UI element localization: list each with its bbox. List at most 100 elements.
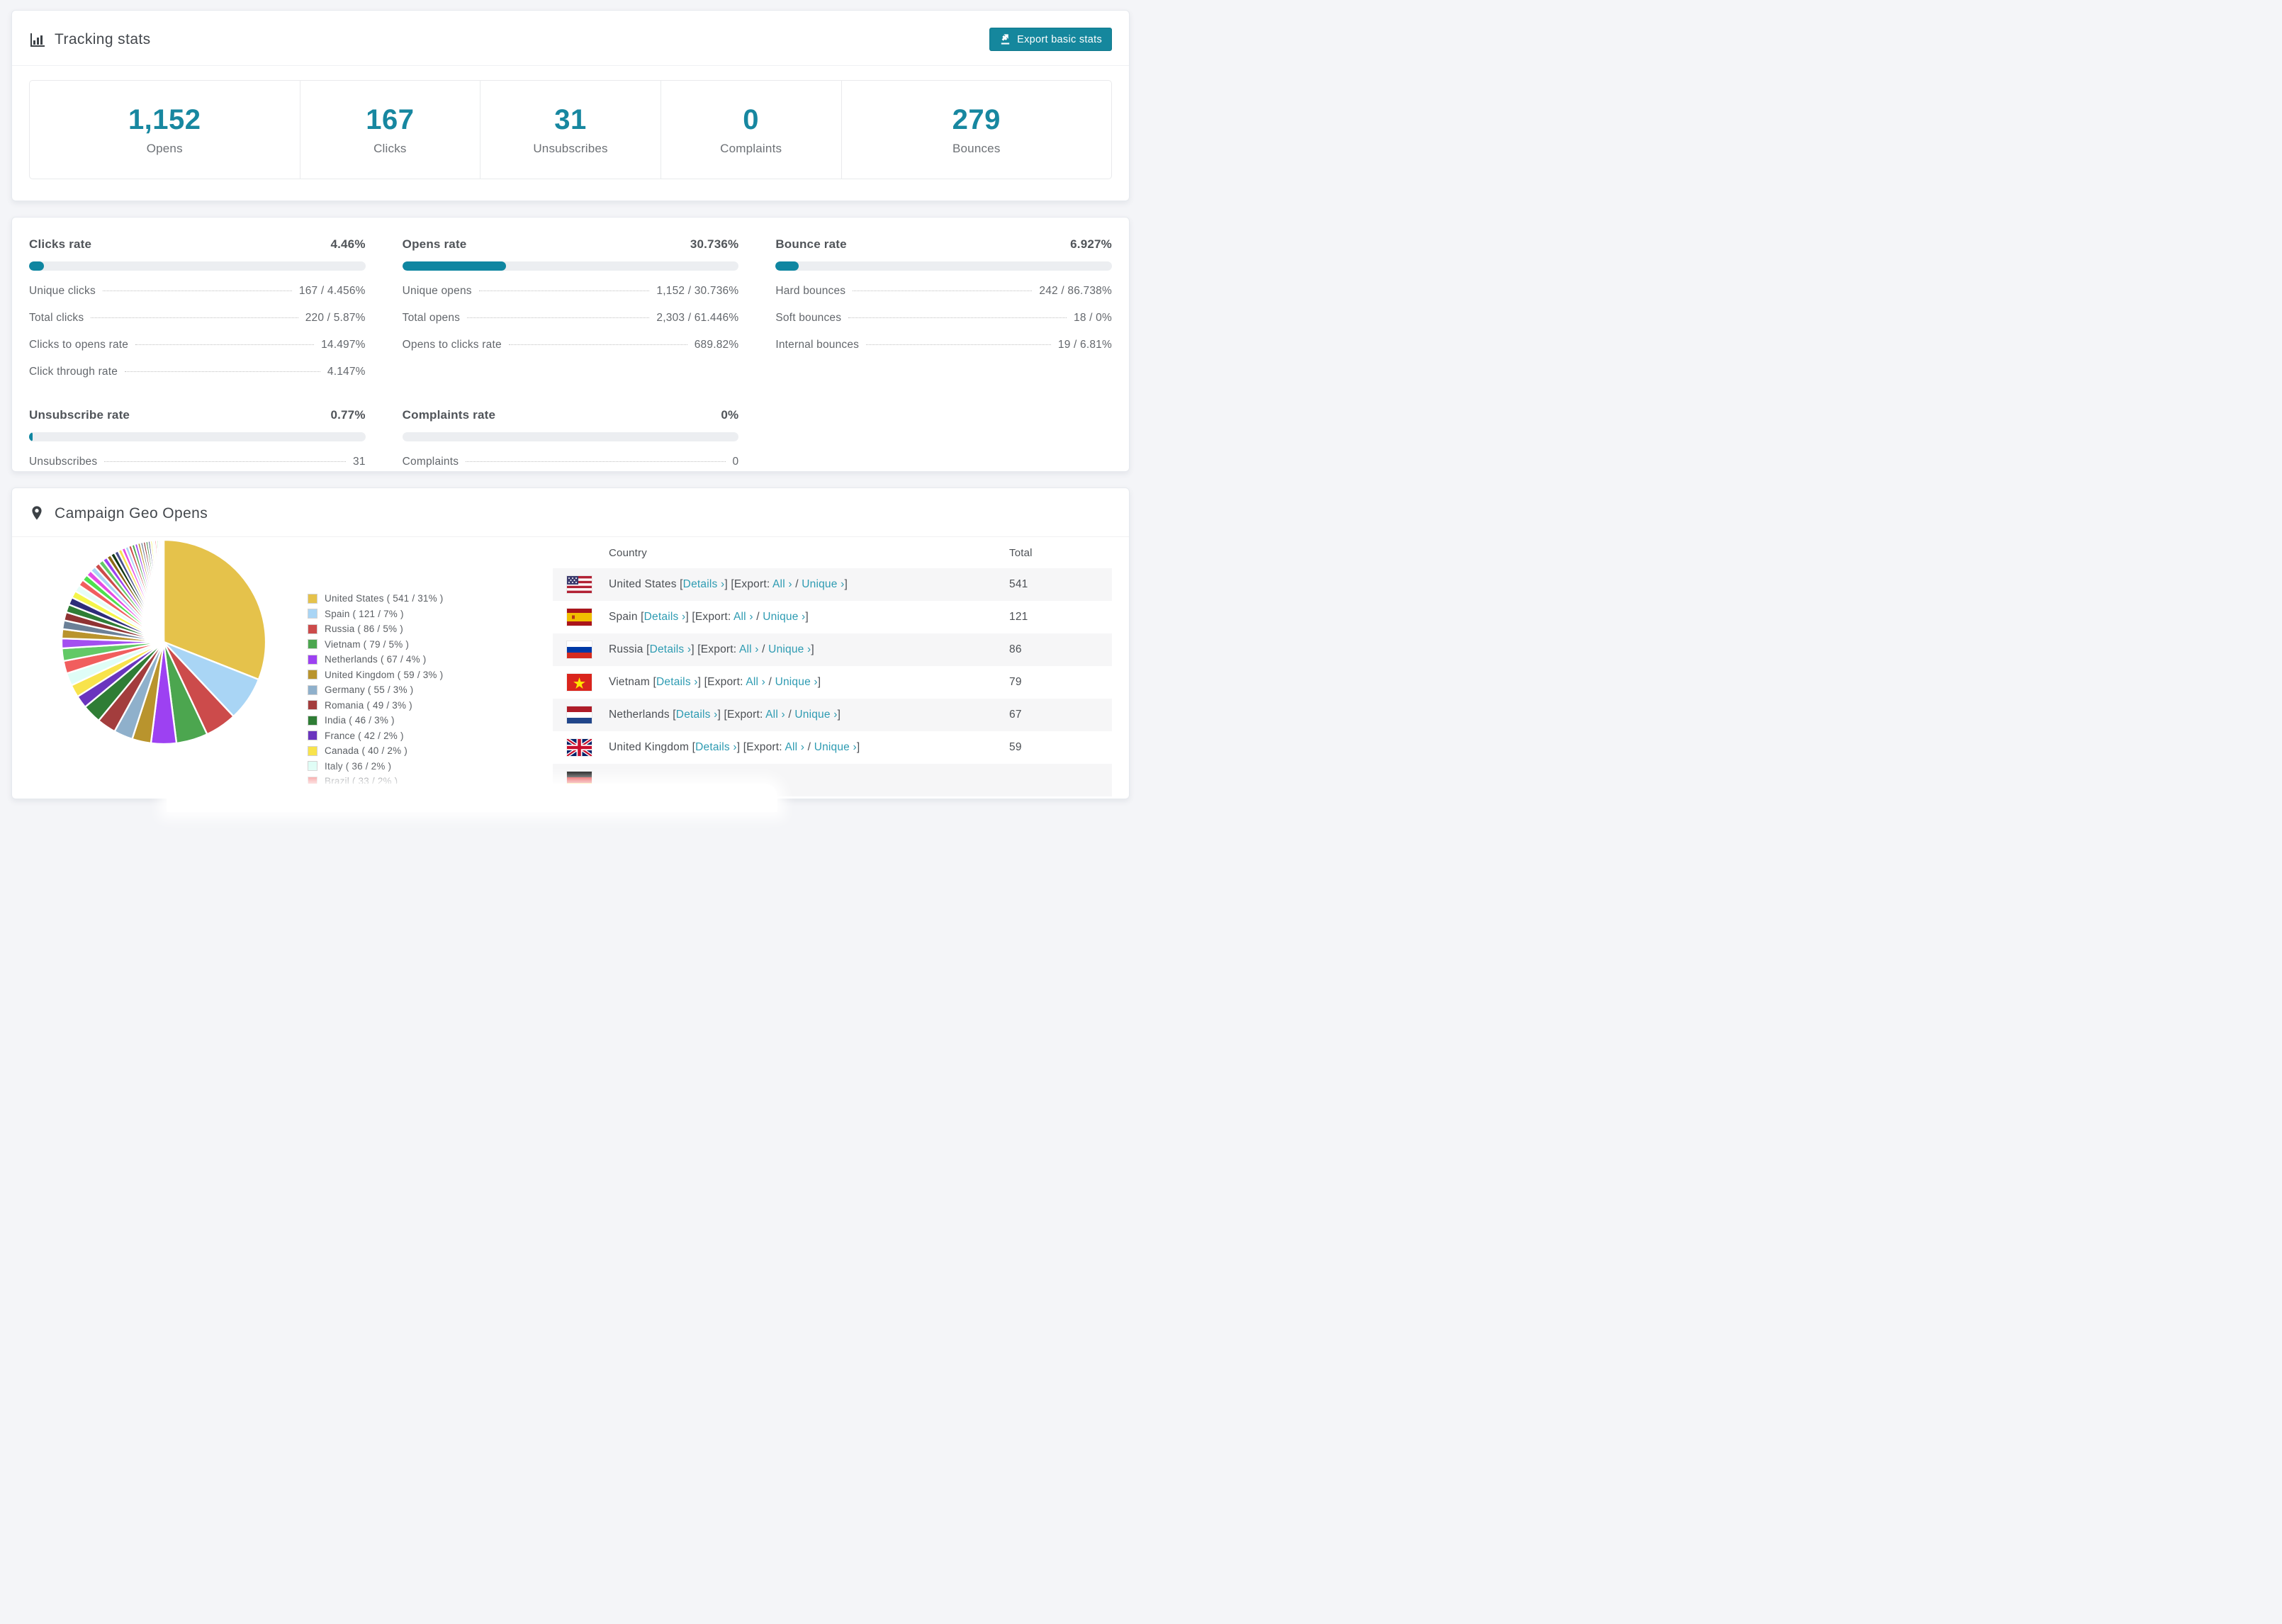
legend-item: Canada ( 40 / 2% ) xyxy=(308,743,444,759)
legend-color-swatch xyxy=(308,654,317,665)
rate-detail-label: Soft bounces xyxy=(775,312,842,324)
rate-detail-row: Total opens 2,303 / 61.446% xyxy=(403,312,739,325)
legend-color-swatch xyxy=(308,684,317,695)
legend-color-swatch xyxy=(308,670,317,680)
link-separator: / xyxy=(753,611,763,623)
page-title: Tracking stats xyxy=(55,30,151,47)
details-link[interactable]: Details › xyxy=(650,643,692,655)
export-unique-link[interactable]: Unique › xyxy=(802,578,844,590)
details-link[interactable]: Details › xyxy=(656,676,698,688)
export-unique-link[interactable]: Unique › xyxy=(768,643,811,655)
geo-header: Campaign Geo Opens xyxy=(12,488,1129,537)
stat-label: Bounces xyxy=(952,141,1001,155)
details-link[interactable]: Details › xyxy=(695,741,737,753)
flag-us-icon xyxy=(567,576,592,593)
flag-nl-icon xyxy=(567,706,592,723)
bracket-close: ] xyxy=(805,611,809,623)
legend-item: India ( 46 / 3% ) xyxy=(308,713,444,728)
rate-detail-value: 167 / 4.456% xyxy=(298,285,366,297)
geo-opens-pie-chart xyxy=(60,538,267,745)
tracking-stats-card: Tracking stats Export basic stats 1,152 … xyxy=(11,10,1130,201)
export-unique-link[interactable]: Unique › xyxy=(814,741,857,753)
stat-box: 167 Clicks xyxy=(299,81,480,179)
legend-label: Canada ( 40 / 2% ) xyxy=(325,745,408,757)
rate-detail-value: 31 xyxy=(353,456,366,468)
export-all-link[interactable]: All › xyxy=(772,578,792,590)
rate-progress-bar xyxy=(402,432,739,441)
link-separator: / xyxy=(792,578,802,590)
rate-block: Complaints rate 0% Complaints 0 xyxy=(402,408,739,468)
details-link[interactable]: Details › xyxy=(644,611,686,623)
rate-detail-label: Hard bounces xyxy=(775,285,846,297)
legend-item: Romania ( 49 / 3% ) xyxy=(308,698,444,714)
geo-table-row: Netherlands [Details ›] [Export: All › /… xyxy=(553,699,1112,731)
stat-value: 167 xyxy=(366,103,415,135)
export-prefix: ] [Export: xyxy=(697,676,746,688)
rate-detail-value: 19 / 6.81% xyxy=(1057,339,1112,351)
rate-progress-bar xyxy=(775,261,1112,271)
bracket-close: ] xyxy=(811,643,814,655)
rate-title: Complaints rate xyxy=(402,408,496,422)
export-prefix: ] [Export: xyxy=(685,611,734,623)
geo-table-row: United States [Details ›] [Export: All ›… xyxy=(553,568,1112,601)
link-separator: / xyxy=(785,709,795,721)
link-separator: / xyxy=(758,643,769,655)
export-prefix: ] [Export: xyxy=(691,643,739,655)
dotted-leader xyxy=(135,344,315,345)
legend-item: Netherlands ( 67 / 4% ) xyxy=(308,652,444,667)
rate-progress-fill xyxy=(402,261,506,271)
geo-body: United States ( 541 / 31% ) Spain ( 121 … xyxy=(12,537,1129,799)
legend-item: Russia ( 86 / 5% ) xyxy=(308,621,444,637)
rate-detail-row: Total clicks 220 / 5.87% xyxy=(29,312,366,325)
dotted-leader xyxy=(866,344,1051,345)
geo-country-cell: United Kingdom [Details ›] [Export: All … xyxy=(609,741,1009,754)
geo-total-cell: 86 xyxy=(1009,643,1022,655)
stats-summary-row: 1,152 Opens 167 Clicks 31 Unsubscribes 0… xyxy=(29,80,1112,179)
export-all-link[interactable]: All › xyxy=(739,643,759,655)
stat-value: 0 xyxy=(743,103,760,135)
flag-es-icon xyxy=(567,609,592,626)
stat-box: 0 Complaints xyxy=(660,81,841,179)
rate-progress-bar xyxy=(402,261,739,271)
stat-label: Complaints xyxy=(720,141,782,155)
geo-table-row: United Kingdom [Details ›] [Export: All … xyxy=(553,731,1112,764)
country-name: Netherlands [ xyxy=(609,709,676,721)
details-link[interactable]: Details › xyxy=(683,578,725,590)
geo-title-row: Campaign Geo Opens xyxy=(29,505,208,522)
rate-detail-row: Opens to clicks rate 689.82% xyxy=(403,339,739,351)
geo-country-cell: United States [Details ›] [Export: All ›… xyxy=(609,578,1009,591)
rate-detail-row: Hard bounces 242 / 86.738% xyxy=(775,285,1112,298)
export-all-link[interactable]: All › xyxy=(765,709,785,721)
stat-box: 279 Bounces xyxy=(841,81,1111,179)
legend-color-swatch xyxy=(308,593,317,604)
stat-value: 1,152 xyxy=(128,103,201,135)
export-all-link[interactable]: All › xyxy=(746,676,765,688)
map-pin-icon xyxy=(29,505,46,522)
campaign-geo-opens-card: Campaign Geo Opens United States ( 541 /… xyxy=(11,487,1130,799)
country-name: Spain [ xyxy=(609,611,644,623)
legend-item: United States ( 541 / 31% ) xyxy=(308,591,444,607)
export-basic-stats-button[interactable]: Export basic stats xyxy=(989,28,1112,51)
tracking-stats-header: Tracking stats Export basic stats xyxy=(12,11,1129,66)
export-all-link[interactable]: All › xyxy=(734,611,753,623)
legend-label: Netherlands ( 67 / 4% ) xyxy=(325,654,427,665)
details-link[interactable]: Details › xyxy=(676,709,718,721)
legend-label: France ( 42 / 2% ) xyxy=(325,730,404,741)
legend-item: Italy ( 36 / 2% ) xyxy=(308,759,444,774)
export-all-link[interactable]: All › xyxy=(785,741,804,753)
legend-label: Spain ( 121 / 7% ) xyxy=(325,608,404,619)
rate-progress-fill xyxy=(29,261,45,271)
rate-detail-row: Click through rate 4.147% xyxy=(29,366,366,378)
geo-table-row: Vietnam [Details ›] [Export: All › / Uni… xyxy=(553,666,1112,699)
tracking-stats-title-row: Tracking stats xyxy=(29,31,151,48)
export-unique-link[interactable]: Unique › xyxy=(794,709,837,721)
export-unique-link[interactable]: Unique › xyxy=(775,676,818,688)
country-name: United Kingdom [ xyxy=(609,741,696,753)
bar-chart-icon xyxy=(29,31,46,48)
export-unique-link[interactable]: Unique › xyxy=(763,611,805,623)
rate-detail-label: Opens to clicks rate xyxy=(402,339,502,351)
legend-color-swatch xyxy=(308,700,317,711)
rates-grid: Clicks rate 4.46% Unique clicks 167 / 4.… xyxy=(12,218,1129,488)
rate-detail-row: Soft bounces 18 / 0% xyxy=(775,312,1112,325)
rate-progress-bar xyxy=(29,432,366,441)
